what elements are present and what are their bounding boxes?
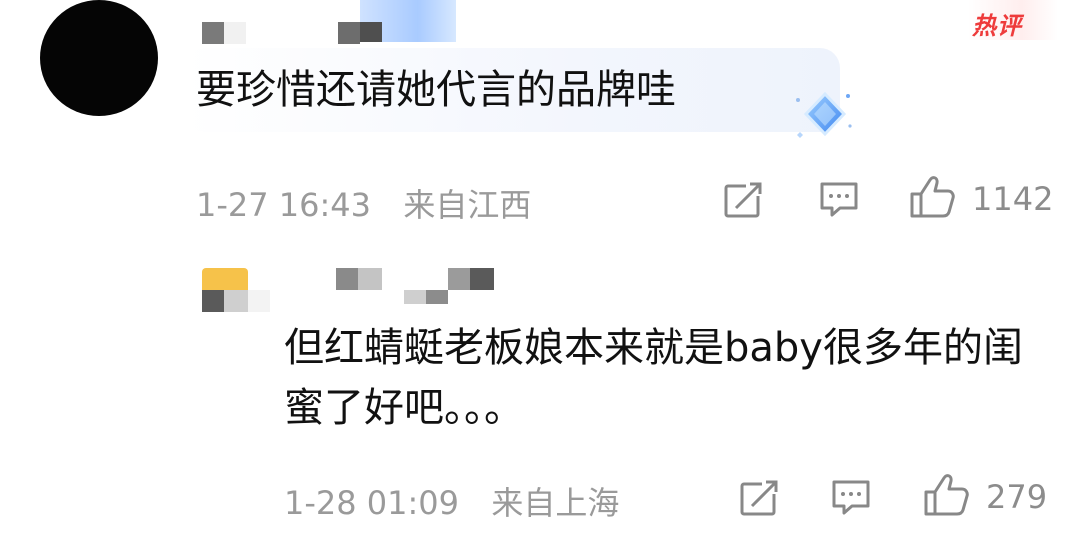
thumbs-up-icon[interactable] (922, 472, 970, 518)
reply-location: 来自上海 (491, 484, 620, 522)
sparkle-diamond-icon (796, 91, 852, 138)
share-icon[interactable] (738, 478, 782, 518)
username-redacted[interactable] (198, 0, 458, 44)
avatar[interactable] (40, 0, 158, 116)
reply-text[interactable]: 但红蜻蜓老板娘本来就是baby很多年的闺蜜了好吧。。。 (284, 318, 1044, 438)
comment-time: 1-27 16:43 (196, 186, 372, 224)
thumbs-up-icon[interactable] (908, 174, 956, 220)
comment-meta: 1-27 16:43 来自江西 (196, 180, 531, 226)
share-icon[interactable] (722, 180, 766, 220)
comment-location: 来自江西 (403, 186, 532, 224)
comment-icon[interactable] (830, 478, 872, 518)
comment-text[interactable]: 要珍惜还请她代言的品牌哇 (196, 62, 676, 118)
hot-comment-badge: 热评 (972, 12, 1022, 40)
reply-time: 1-28 01:09 (284, 484, 460, 522)
like-count: 1142 (972, 180, 1054, 218)
reply-avatar[interactable] (202, 268, 272, 314)
comment-icon[interactable] (818, 180, 860, 220)
reply-username-redacted[interactable] (336, 266, 536, 310)
reply-meta: 1-28 01:09 来自上海 (284, 478, 619, 524)
like-count: 279 (986, 478, 1048, 516)
